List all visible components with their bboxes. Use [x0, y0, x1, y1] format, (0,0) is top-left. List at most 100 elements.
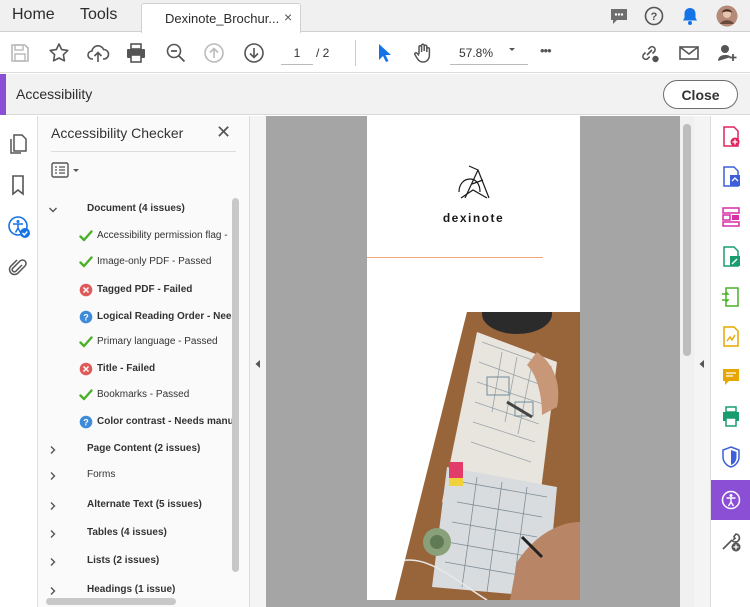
link-share-icon[interactable]	[637, 41, 661, 65]
tool-accent-bar	[0, 74, 6, 115]
mail-icon[interactable]	[677, 41, 701, 65]
add-user-icon[interactable]	[715, 41, 739, 65]
page-up-icon[interactable]	[202, 41, 226, 65]
check-item-label[interactable]: Primary language - Passed	[97, 336, 218, 347]
close-tool-button[interactable]: Close	[663, 80, 738, 109]
tree-group[interactable]: Page Content (2 issues)	[87, 443, 200, 454]
tab-tools[interactable]: Tools	[80, 6, 117, 24]
chat-icon[interactable]	[608, 5, 630, 27]
chevron-left-icon	[255, 360, 260, 368]
chevron-right-icon[interactable]	[48, 445, 58, 455]
panel-title: Accessibility Checker	[51, 125, 184, 141]
bookmark-icon[interactable]	[7, 173, 29, 197]
check-item-label[interactable]: Logical Reading Order - Need	[97, 311, 238, 322]
check-item-label[interactable]: Tagged PDF - Failed	[97, 284, 192, 295]
zoom-select[interactable]: 57.8%	[450, 41, 528, 65]
dexinote-logo	[458, 165, 490, 199]
accessibility-tool-icon	[721, 490, 741, 510]
panel-vertical-scrollbar[interactable]	[232, 198, 239, 572]
comment-icon[interactable]	[721, 366, 741, 388]
close-panel-button[interactable]: ✕	[216, 122, 231, 143]
document-vertical-scrollbar[interactable]	[680, 116, 694, 607]
options-menu-icon[interactable]	[51, 161, 85, 181]
check-item-label[interactable]: Color contrast - Needs manu	[97, 416, 234, 427]
tree-group[interactable]: Forms	[87, 469, 115, 480]
bell-icon[interactable]	[679, 5, 701, 27]
chevron-right-icon[interactable]	[48, 529, 58, 539]
tab-bar: Home Tools Dexinote_Brochur... × ?	[0, 0, 750, 33]
tree-group-document[interactable]: Document (4 issues)	[87, 203, 185, 214]
chevron-down-icon[interactable]	[48, 205, 58, 215]
check-icon	[79, 336, 93, 348]
hand-icon[interactable]	[411, 41, 435, 65]
tree-group[interactable]: Headings (1 issue)	[87, 584, 175, 595]
document-accent-line	[367, 257, 543, 258]
chevron-left-icon	[699, 360, 704, 368]
print-production-icon[interactable]	[721, 406, 741, 428]
tab-home[interactable]: Home	[12, 6, 55, 24]
cover-photo	[395, 312, 580, 600]
tree-group[interactable]: Tables (4 issues)	[87, 527, 167, 538]
save-icon[interactable]	[8, 41, 32, 65]
chevron-right-icon[interactable]	[48, 501, 58, 511]
zoom-out-icon[interactable]	[164, 41, 188, 65]
protect-icon[interactable]	[721, 446, 741, 468]
check-item-label[interactable]: Accessibility permission flag -	[97, 230, 228, 241]
collapse-left-panel[interactable]	[250, 116, 266, 607]
error-icon	[79, 283, 93, 297]
svg-text:?: ?	[651, 11, 658, 23]
page-total: / 2	[316, 46, 330, 60]
tree-group[interactable]: Alternate Text (5 issues)	[87, 499, 202, 510]
accessibility-checker-panel: Accessibility Checker ✕ Document (4 issu…	[38, 116, 250, 607]
document-brand-name: dexinote	[442, 211, 505, 225]
star-icon[interactable]	[47, 41, 71, 65]
page-down-icon[interactable]	[242, 41, 266, 65]
accessibility-icon[interactable]	[7, 215, 31, 239]
tree-group[interactable]: Lists (2 issues)	[87, 555, 159, 566]
tab-document[interactable]: Dexinote_Brochur... ×	[141, 3, 301, 33]
document-scroll-thumb[interactable]	[683, 124, 691, 356]
organize-pages-icon[interactable]	[721, 206, 741, 228]
main-toolbar: / 2 57.8% •••	[0, 33, 750, 73]
export-pdf-icon[interactable]	[721, 166, 741, 188]
zoom-value: 57.8%	[459, 46, 494, 60]
collapse-right-panel[interactable]	[694, 116, 710, 607]
compress-pdf-icon[interactable]	[721, 286, 741, 308]
svg-text:?: ?	[83, 418, 89, 428]
edit-pdf-icon[interactable]	[721, 246, 741, 268]
info-icon: ?	[79, 310, 93, 324]
chevron-right-icon[interactable]	[48, 586, 58, 596]
attachment-icon[interactable]	[7, 256, 29, 280]
page-number-input[interactable]	[281, 41, 313, 65]
tab-document-title: Dexinote_Brochur...	[165, 11, 280, 26]
fill-sign-icon[interactable]	[721, 326, 741, 348]
chevron-right-icon[interactable]	[48, 471, 58, 481]
toolbar-divider	[355, 40, 356, 66]
more-tools-icon[interactable]	[721, 530, 741, 552]
document-page: dexinote	[367, 116, 580, 600]
select-cursor-icon[interactable]	[372, 41, 396, 65]
check-item-label[interactable]: Title - Failed	[97, 363, 155, 374]
chevron-right-icon[interactable]	[48, 557, 58, 567]
help-icon[interactable]: ?	[643, 5, 665, 27]
avatar[interactable]	[716, 5, 738, 27]
document-viewer[interactable]: dexinote	[266, 116, 680, 607]
check-icon	[79, 389, 93, 401]
check-item-label[interactable]: Image-only PDF - Passed	[97, 256, 212, 267]
upload-cloud-icon[interactable]	[86, 41, 110, 65]
create-pdf-icon[interactable]	[721, 126, 741, 148]
page-thumbnails-icon[interactable]	[7, 132, 29, 156]
print-icon[interactable]	[124, 41, 148, 65]
chevron-down-icon	[509, 48, 515, 51]
check-item-label[interactable]: Bookmarks - Passed	[97, 389, 189, 400]
close-tab-button[interactable]: ×	[284, 9, 292, 25]
tool-header: Accessibility Close	[0, 74, 750, 115]
error-icon	[79, 362, 93, 376]
more-icon[interactable]: •••	[540, 43, 552, 58]
panel-horizontal-scrollbar[interactable]	[46, 598, 176, 605]
info-icon: ?	[79, 415, 93, 429]
accessibility-tool-active[interactable]	[711, 480, 750, 520]
svg-text:?: ?	[83, 313, 89, 323]
check-icon	[79, 230, 93, 242]
check-icon	[79, 256, 93, 268]
